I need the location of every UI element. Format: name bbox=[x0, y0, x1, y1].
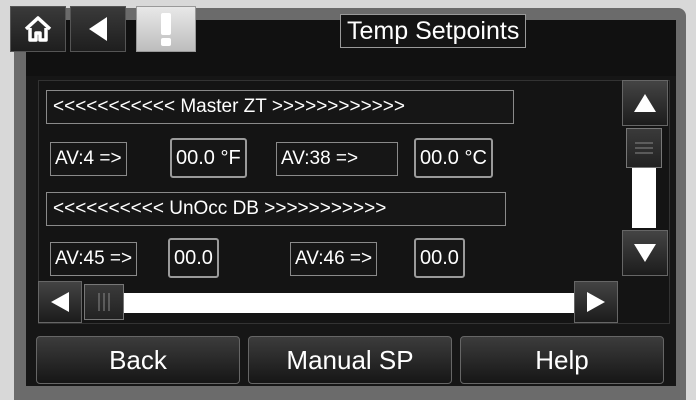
triangle-left-icon bbox=[51, 292, 69, 312]
back-nav-button[interactable] bbox=[70, 6, 126, 52]
horizontal-scroll-thumb[interactable] bbox=[84, 284, 124, 320]
section-header-unocc-db: <<<<<<<<<< UnOcc DB >>>>>>>>>>> bbox=[46, 192, 506, 226]
scroll-down-button[interactable] bbox=[622, 230, 668, 276]
exclamation-icon bbox=[161, 13, 171, 46]
scroll-right-button[interactable] bbox=[574, 281, 618, 323]
triangle-up-icon bbox=[634, 94, 656, 112]
back-arrow-icon bbox=[89, 17, 107, 41]
alarm-button[interactable] bbox=[136, 6, 196, 52]
point-label-av45: AV:45 => bbox=[50, 242, 138, 276]
grip-icon bbox=[98, 293, 110, 311]
page-title: Temp Setpoints bbox=[340, 14, 527, 48]
manual-sp-button[interactable]: Manual SP bbox=[248, 336, 452, 384]
scroll-up-button[interactable] bbox=[622, 80, 668, 126]
point-value-av46[interactable]: 00.0 bbox=[414, 238, 465, 278]
vertical-scroll-thumb[interactable] bbox=[626, 128, 662, 168]
grip-icon bbox=[635, 142, 653, 154]
home-button[interactable] bbox=[10, 6, 66, 52]
point-value-av4[interactable]: 00.0 °F bbox=[170, 138, 247, 178]
point-label-av4: AV:4 => bbox=[50, 142, 127, 176]
point-value-av45[interactable]: 00.0 bbox=[168, 238, 219, 278]
back-button[interactable]: Back bbox=[36, 336, 240, 384]
help-button[interactable]: Help bbox=[460, 336, 664, 384]
horizontal-scroll-track[interactable] bbox=[84, 293, 574, 313]
point-label-av38: AV:38 => bbox=[276, 142, 398, 176]
section-header-master-zt: <<<<<<<<<<< Master ZT >>>>>>>>>>>> bbox=[46, 90, 514, 124]
home-icon bbox=[24, 16, 52, 42]
point-label-av46: AV:46 => bbox=[290, 242, 378, 276]
scroll-left-button[interactable] bbox=[38, 281, 82, 323]
triangle-down-icon bbox=[634, 244, 656, 262]
point-value-av38[interactable]: 00.0 °C bbox=[414, 138, 493, 178]
triangle-right-icon bbox=[587, 292, 605, 312]
